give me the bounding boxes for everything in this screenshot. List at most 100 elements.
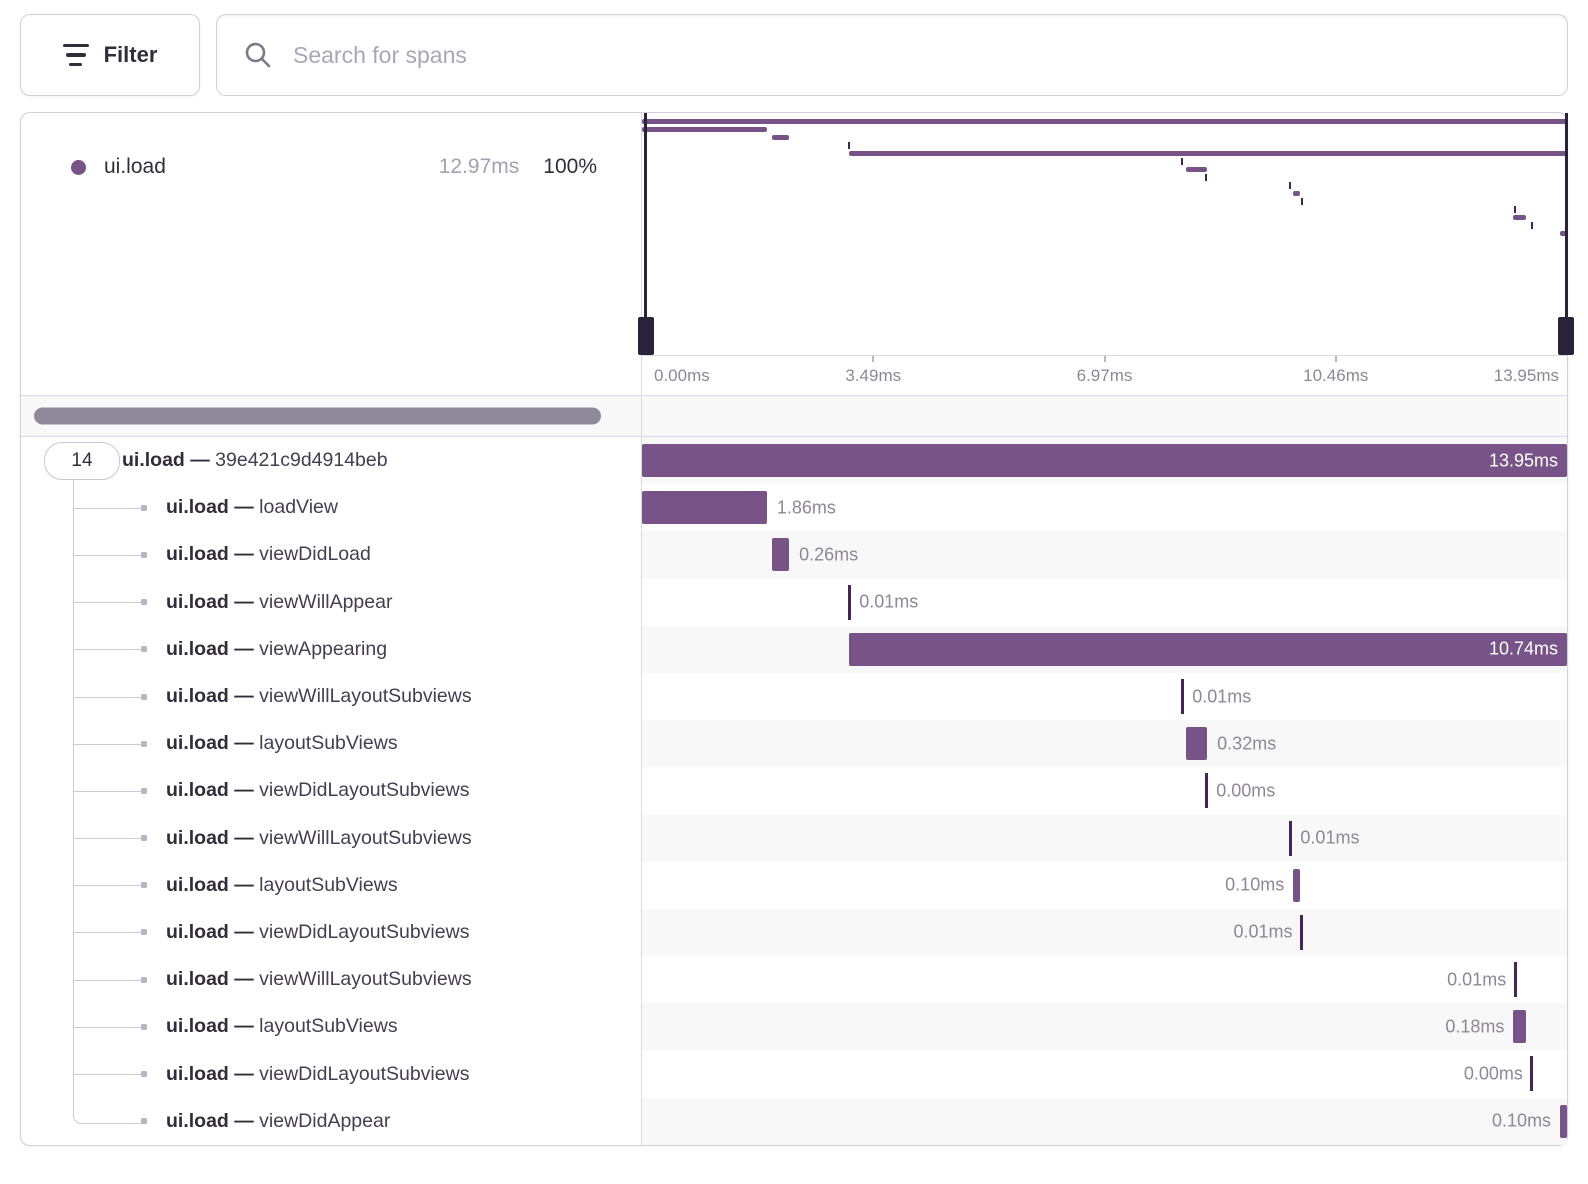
minimap-span (642, 119, 1567, 124)
span-tree-cell: ui.load — viewDidLayoutSubviews (21, 1050, 641, 1097)
span-waterfall-cell: 0.01ms (641, 673, 1567, 720)
span-row[interactable]: ui.load — viewWillAppear 0.01ms (21, 579, 1567, 626)
minimap[interactable] (641, 113, 1567, 355)
span-row[interactable]: ui.load — viewDidLayoutSubviews 0.00ms (21, 1050, 1567, 1097)
span-row[interactable]: ui.load — layoutSubViews 0.32ms (21, 720, 1567, 767)
span-tree-cell: ui.load — viewDidLoad (21, 531, 641, 578)
span-bar (642, 491, 767, 524)
minimap-span (848, 142, 850, 149)
span-waterfall-cell: 0.00ms (641, 1050, 1567, 1097)
axis-tick-label: 3.49ms (845, 366, 901, 386)
span-tree-cell: ui.load — viewDidAppear (21, 1098, 641, 1145)
span-tree-cell: ui.load — viewWillLayoutSubviews (21, 956, 641, 1003)
search-box[interactable] (216, 14, 1568, 96)
span-duration: 0.32ms (1217, 733, 1276, 754)
minimap-span (1514, 206, 1516, 213)
span-tree-cell: ui.load — viewWillLayoutSubviews (21, 673, 641, 720)
span-bar (772, 538, 790, 571)
span-waterfall-cell: 0.00ms (641, 767, 1567, 814)
span-bar (1186, 727, 1207, 760)
minimap-span (1531, 222, 1533, 229)
span-bar (1293, 869, 1300, 902)
search-icon (243, 40, 273, 70)
span-row[interactable]: ui.load — viewWillLayoutSubviews 0.01ms (21, 815, 1567, 862)
span-tick (1530, 1056, 1533, 1091)
trace-panel: ui.load 12.97ms 100% 0.00ms 3.49ms 6.97ms 1… (20, 112, 1568, 1146)
span-row[interactable]: ui.load — viewDidAppear 0.10ms (21, 1098, 1567, 1145)
span-tree-cell: ui.load — viewDidLayoutSubviews (21, 767, 641, 814)
span-waterfall-cell: 1.86ms (641, 484, 1567, 531)
filter-icon (63, 44, 89, 67)
minimap-handle-grip[interactable] (1558, 317, 1574, 355)
legend-cell: ui.load 12.97ms 100% (21, 113, 641, 355)
tree-span-label: ui.load — 39e421c9d4914beb (21, 449, 388, 472)
tree-span-label: ui.load — viewWillLayoutSubviews (21, 685, 472, 708)
span-tick (1300, 915, 1303, 950)
tree-span-label: ui.load — viewDidLayoutSubviews (21, 1063, 469, 1086)
tree-span-label: ui.load — viewDidLoad (21, 543, 371, 566)
span-row[interactable]: ui.load — viewWillLayoutSubviews 0.01ms (21, 673, 1567, 720)
span-bar: 10.74ms (849, 633, 1567, 666)
span-row[interactable]: ui.load — viewDidLayoutSubviews0.01ms (21, 909, 1567, 956)
legend-op-label: ui.load (104, 155, 421, 179)
minimap-span (1205, 174, 1207, 181)
span-waterfall-cell: 0.01ms (641, 956, 1567, 1003)
minimap-span (1301, 198, 1303, 205)
tree-span-label: ui.load — viewDidAppear (21, 1110, 390, 1133)
tree-span-label: ui.load — loadView (21, 496, 338, 519)
tree-span-label: ui.load — viewDidLayoutSubviews (21, 779, 469, 802)
axis-tick-mark (872, 356, 874, 362)
span-row[interactable]: ui.load — layoutSubViews 0.18ms (21, 1003, 1567, 1050)
search-input[interactable] (291, 41, 1557, 70)
axis-tick-label: 6.97ms (1077, 366, 1133, 386)
filter-button[interactable]: Filter (20, 14, 200, 96)
span-tree-cell: ui.load — viewWillLayoutSubviews (21, 815, 641, 862)
tree-span-label: ui.load — layoutSubViews (21, 874, 398, 897)
legend-row-ui-load[interactable]: ui.load 12.97ms 100% (71, 155, 597, 179)
span-tick (1181, 679, 1184, 714)
minimap-span (772, 135, 790, 140)
axis-tick-mark (1104, 356, 1106, 362)
tree-span-label: ui.load — viewWillLayoutSubviews (21, 827, 472, 850)
span-duration: 13.95ms (1489, 450, 1558, 471)
span-row[interactable]: ui.load — viewWillLayoutSubviews0.01ms (21, 956, 1567, 1003)
span-duration: 0.01ms (1300, 828, 1359, 849)
legend-percent: 100% (543, 155, 597, 179)
span-waterfall-cell: 10.74ms (641, 626, 1567, 673)
minimap-span (1513, 215, 1525, 220)
span-row[interactable]: ui.load — layoutSubViews 0.10ms (21, 862, 1567, 909)
span-duration: 0.10ms (1225, 875, 1284, 896)
span-duration: 0.01ms (859, 592, 918, 613)
span-duration: 0.01ms (1192, 686, 1251, 707)
tree-scrollbar-thumb[interactable] (34, 408, 601, 425)
span-duration: 0.10ms (1492, 1111, 1551, 1132)
span-waterfall-cell: 0.26ms (641, 531, 1567, 578)
span-duration: 0.00ms (1216, 780, 1275, 801)
span-tick (848, 585, 851, 620)
tree-span-label: ui.load — layoutSubViews (21, 1015, 398, 1038)
span-tree-cell: ui.load — viewWillAppear (21, 579, 641, 626)
toolbar: Filter (20, 14, 1568, 94)
span-row[interactable]: ui.load — viewDidLayoutSubviews 0.00ms (21, 767, 1567, 814)
tree-span-label: ui.load — layoutSubViews (21, 732, 398, 755)
span-duration: 0.00ms (1464, 1064, 1523, 1085)
span-duration: 0.26ms (799, 544, 858, 565)
span-row[interactable]: ui.load — viewDidLoad 0.26ms (21, 531, 1567, 578)
span-duration: 1.86ms (777, 497, 836, 518)
span-waterfall-cell: 0.10ms (641, 1098, 1567, 1145)
minimap-handle-grip[interactable] (638, 317, 654, 355)
span-row[interactable]: ui.load — loadView 1.86ms (21, 484, 1567, 531)
span-bar (1513, 1010, 1525, 1043)
span-duration: 10.74ms (1489, 639, 1558, 660)
scrollbar-row (21, 395, 1567, 437)
axis-tick-label: 0.00ms (654, 366, 710, 386)
time-axis: 0.00ms3.49ms6.97ms10.46ms13.95ms (641, 355, 1567, 395)
tree-span-label: ui.load — viewWillAppear (21, 591, 392, 614)
span-duration: 0.18ms (1445, 1016, 1504, 1037)
axis-tick-mark (1335, 356, 1337, 362)
tree-scrollbar-track[interactable] (21, 396, 641, 436)
span-waterfall-cell: 0.01ms (641, 909, 1567, 956)
span-row[interactable]: 14ui.load — 39e421c9d4914beb13.95ms (21, 437, 1567, 484)
span-row[interactable]: ui.load — viewAppearing10.74ms (21, 626, 1567, 673)
axis-row: 0.00ms3.49ms6.97ms10.46ms13.95ms (21, 355, 1567, 395)
